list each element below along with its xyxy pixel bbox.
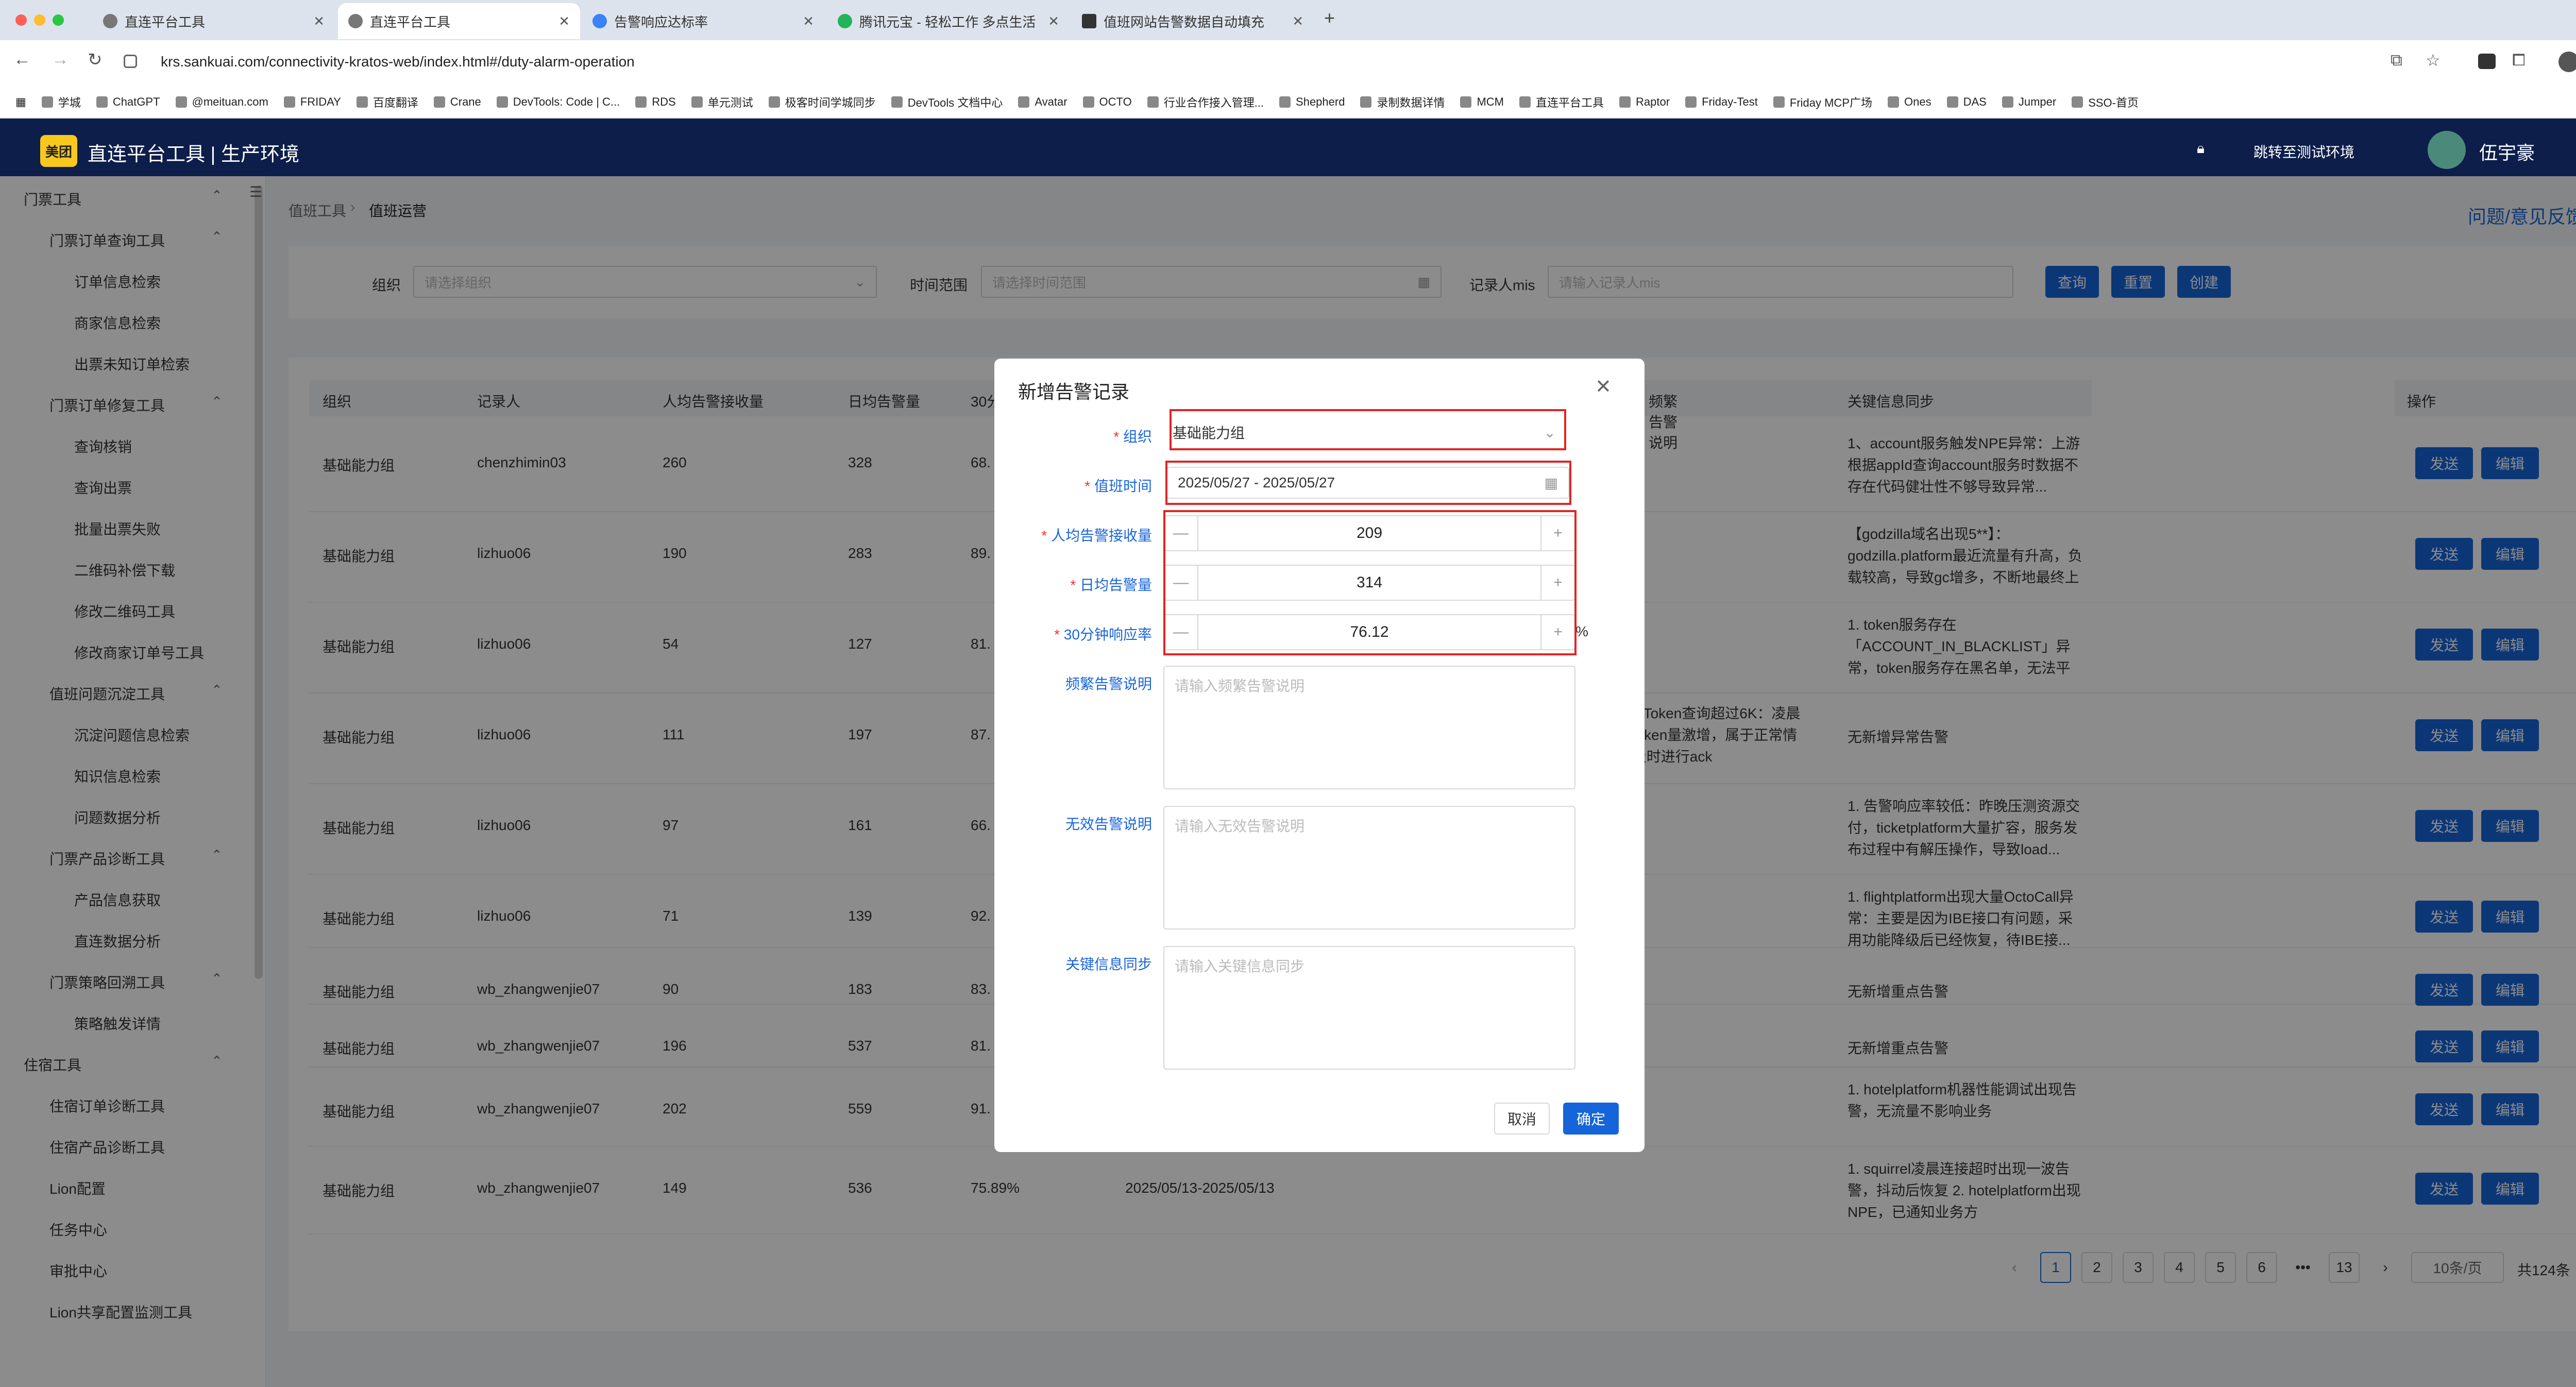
org-label: * 组织	[1113, 429, 1152, 445]
close-tab-icon[interactable]: ✕	[1048, 13, 1059, 29]
duty-time-label: * 值班时间	[1084, 478, 1152, 494]
site-icon	[1082, 14, 1096, 28]
bookmark-star-icon[interactable]: ☆	[2426, 50, 2441, 70]
highlight-box	[1163, 510, 1577, 655]
browser-tab-4[interactable]: 腾讯元宝 - 轻松工作 多点生活 ✕	[827, 3, 1070, 39]
site-icon	[103, 14, 117, 28]
translate-icon[interactable]: ⧉	[2391, 50, 2402, 70]
bookmark-item[interactable]: Raptor	[1619, 95, 1670, 109]
minimize-window-icon[interactable]	[34, 14, 45, 26]
back-icon[interactable]: ←	[13, 49, 31, 70]
meituan-logo: 美团	[40, 135, 77, 167]
bookmark-item[interactable]: DevTools 文档中心	[891, 94, 1003, 110]
site-settings-icon[interactable]	[124, 55, 137, 68]
url-field[interactable]: krs.sankuai.com/connectivity-kratos-web/…	[161, 54, 635, 70]
bookmark-item[interactable]: FRIDAY	[283, 95, 341, 109]
close-tab-icon[interactable]: ✕	[1292, 13, 1303, 29]
freq-desc-textarea[interactable]: 请输入频繁告警说明	[1163, 666, 1575, 789]
user-name[interactable]: 伍宇豪	[2479, 138, 2535, 165]
bookmark-item[interactable]: RDS	[635, 95, 676, 109]
bookmark-item[interactable]: @meituan.com	[175, 95, 268, 109]
cancel-button[interactable]: 取消	[1494, 1103, 1550, 1135]
bookmark-item[interactable]: 学城	[41, 94, 81, 110]
bookmark-item[interactable]: SSO-首页	[2072, 94, 2139, 110]
profile-icon[interactable]	[2558, 52, 2576, 72]
bookmark-item[interactable]: 直连平台工具	[1519, 94, 1604, 110]
dialog-title: 新增告警记录	[1018, 381, 1130, 402]
bookmark-item[interactable]: DAS	[1946, 95, 1987, 109]
bookmark-item[interactable]: 单元测试	[691, 94, 753, 110]
highlight-box	[1170, 409, 1566, 450]
key-info-textarea[interactable]: 请输入关键信息同步	[1163, 946, 1575, 1070]
bookmark-item[interactable]: 极客时间学城同步	[768, 94, 876, 110]
invalid-desc-label: 无效告警说明	[1065, 816, 1152, 832]
site-icon	[348, 14, 363, 28]
per-capita-label: * 人均告警接收量	[1041, 528, 1152, 544]
yuanbao-icon	[838, 14, 852, 28]
highlight-box	[1165, 461, 1571, 505]
bookmark-item[interactable]: Friday-Test	[1685, 95, 1758, 109]
key-info-label: 关键信息同步	[1065, 956, 1152, 972]
new-tab-icon[interactable]: +	[1324, 7, 1335, 29]
close-tab-icon[interactable]: ✕	[803, 13, 814, 29]
bookmark-item[interactable]: Ones	[1888, 95, 1931, 109]
close-window-icon[interactable]	[15, 14, 27, 26]
cloud-icon	[592, 14, 607, 28]
browser-tab-3[interactable]: 告警响应达标率 ✕	[582, 3, 824, 39]
bookmark-item[interactable]: Crane	[433, 95, 481, 109]
browser-tab-1[interactable]: 直连平台工具 ✕	[93, 3, 335, 39]
app-title: 直连平台工具 | 生产环境	[88, 144, 299, 165]
confirm-button[interactable]: 确定	[1563, 1103, 1619, 1135]
browser-tab-5[interactable]: 值班网站告警数据自动填充 ✕	[1072, 3, 1314, 39]
browser-tab-2[interactable]: 直连平台工具 ✕	[338, 3, 580, 39]
bookmarks-bar: ▦ 学城 ChatGPT @meituan.com FRIDAY 百度翻译 Cr…	[0, 87, 2576, 119]
reload-icon[interactable]: ↻	[88, 49, 103, 70]
close-icon[interactable]: ✕	[1595, 375, 1612, 398]
bookmark-item[interactable]: OCTO	[1082, 95, 1132, 109]
percent-unit: %	[1575, 623, 1588, 639]
invalid-desc-textarea[interactable]: 请输入无效告警说明	[1163, 806, 1575, 929]
close-tab-icon[interactable]: ✕	[313, 13, 325, 29]
bookmark-item[interactable]: 行业合作接入管理...	[1147, 94, 1264, 110]
bookmark-item[interactable]: 录制数据详情	[1360, 94, 1445, 110]
lock-icon: 🔒︎	[2197, 140, 2205, 156]
extension-icon[interactable]	[2478, 54, 2496, 69]
bookmark-item[interactable]: Shepherd	[1279, 95, 1345, 109]
avatar[interactable]	[2428, 131, 2466, 169]
bookmark-item[interactable]: DevTools: Code | C...	[496, 95, 620, 109]
jump-to-test-env-link[interactable]: 跳转至测试环境	[2253, 141, 2354, 162]
bookmark-item[interactable]: Jumper	[2002, 95, 2056, 109]
close-tab-icon[interactable]: ✕	[558, 13, 570, 29]
bookmark-item[interactable]: Friday MCP广场	[1773, 94, 1872, 110]
bookmark-item[interactable]: MCM	[1460, 95, 1504, 109]
maximize-window-icon[interactable]	[53, 14, 64, 26]
bookmark-item[interactable]: 百度翻译	[356, 94, 418, 110]
apps-grid-icon[interactable]: ▦	[15, 95, 26, 109]
freq-desc-label: 频繁告警说明	[1065, 676, 1152, 692]
forward-icon[interactable]: →	[52, 49, 69, 70]
response-rate-label: * 30分钟响应率	[1054, 627, 1152, 642]
bookmark-item[interactable]: ChatGPT	[96, 95, 160, 109]
bookmark-item[interactable]: Avatar	[1018, 95, 1067, 109]
daily-alarm-label: * 日均告警量	[1070, 577, 1152, 593]
extensions-puzzle-icon[interactable]: ⧠	[2512, 50, 2526, 70]
app-header	[0, 119, 2576, 176]
